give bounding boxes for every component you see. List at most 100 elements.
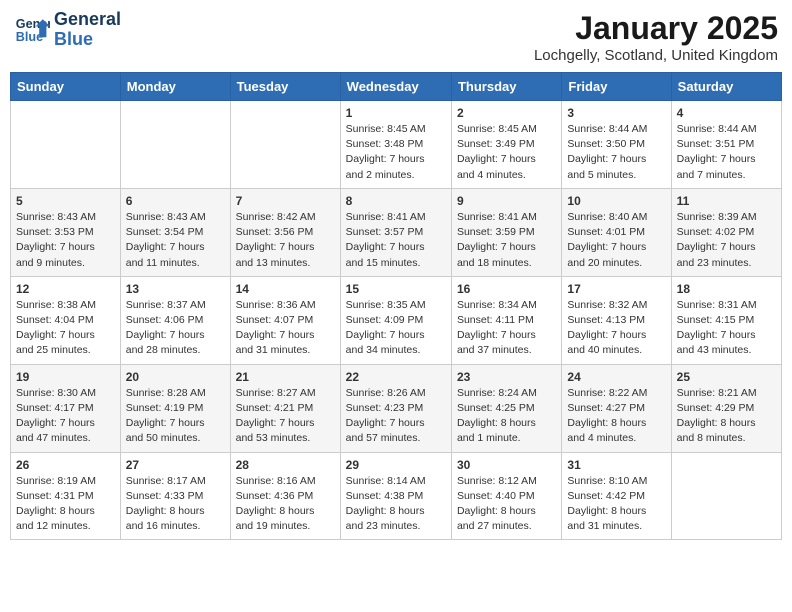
- weekday-header-sunday: Sunday: [11, 73, 121, 101]
- logo-line2: Blue: [54, 29, 93, 49]
- day-info: Sunrise: 8:36 AMSunset: 4:07 PMDaylight:…: [236, 298, 335, 359]
- day-info: Sunrise: 8:30 AMSunset: 4:17 PMDaylight:…: [16, 386, 115, 447]
- weekday-header-monday: Monday: [120, 73, 230, 101]
- day-info: Sunrise: 8:19 AMSunset: 4:31 PMDaylight:…: [16, 474, 115, 535]
- day-cell: 12Sunrise: 8:38 AMSunset: 4:04 PMDayligh…: [11, 276, 121, 364]
- day-cell: 8 Sunrise: 8:41 AMSunset: 3:57 PMDaylight…: [340, 188, 451, 276]
- calendar: SundayMondayTuesdayWednesdayThursdayFrid…: [10, 72, 782, 540]
- day-number: 10: [567, 194, 665, 208]
- day-number: 8: [346, 194, 446, 208]
- day-number: 26: [16, 458, 115, 472]
- day-cell: 21 Sunrise: 8:27 AMSunset: 4:21 PMDayligh…: [230, 364, 340, 452]
- logo: General Blue General Blue: [14, 10, 121, 50]
- day-cell: 3 Sunrise: 8:44 AMSunset: 3:50 PMDaylight…: [562, 101, 671, 189]
- day-number: 14: [236, 282, 335, 296]
- title-area: January 2025 Lochgelly, Scotland, United…: [534, 10, 778, 64]
- day-cell: [230, 101, 340, 189]
- weekday-header-tuesday: Tuesday: [230, 73, 340, 101]
- day-cell: 18 Sunrise: 8:31 AMSunset: 4:15 PMDayligh…: [671, 276, 781, 364]
- logo-text: General Blue: [54, 10, 121, 50]
- day-cell: 14 Sunrise: 8:36 AMSunset: 4:07 PMDayligh…: [230, 276, 340, 364]
- day-number: 27: [126, 458, 225, 472]
- day-info: Sunrise: 8:14 AMSunset: 4:38 PMDaylight:…: [346, 474, 446, 535]
- day-info: Sunrise: 8:10 AMSunset: 4:42 PMDaylight:…: [567, 474, 665, 535]
- day-cell: 22Sunrise: 8:26 AMSunset: 4:23 PMDayligh…: [340, 364, 451, 452]
- day-info: Sunrise: 8:22 AMSunset: 4:27 PMDaylight:…: [567, 386, 665, 447]
- day-cell: 17Sunrise: 8:32 AMSunset: 4:13 PMDayligh…: [562, 276, 671, 364]
- day-number: 22: [346, 370, 446, 384]
- day-cell: [120, 101, 230, 189]
- day-info: Sunrise: 8:44 AMSunset: 3:51 PMDaylight:…: [677, 122, 776, 183]
- day-cell: 20Sunrise: 8:28 AMSunset: 4:19 PMDayligh…: [120, 364, 230, 452]
- day-number: 3: [567, 106, 665, 120]
- logo-line1: General: [54, 9, 121, 29]
- day-number: 5: [16, 194, 115, 208]
- day-cell: 2Sunrise: 8:45 AMSunset: 3:49 PMDaylight…: [451, 101, 561, 189]
- day-number: 20: [126, 370, 225, 384]
- day-cell: 25 Sunrise: 8:21 AMSunset: 4:29 PMDayligh…: [671, 364, 781, 452]
- day-number: 24: [567, 370, 665, 384]
- weekday-header-row: SundayMondayTuesdayWednesdayThursdayFrid…: [11, 73, 782, 101]
- day-info: Sunrise: 8:43 AMSunset: 3:53 PMDaylight:…: [16, 210, 115, 271]
- day-info: Sunrise: 8:40 AMSunset: 4:01 PMDaylight:…: [567, 210, 665, 271]
- day-cell: [671, 452, 781, 540]
- day-number: 17: [567, 282, 665, 296]
- day-number: 29: [346, 458, 446, 472]
- day-number: 1: [346, 106, 446, 120]
- day-info: Sunrise: 8:12 AMSunset: 4:40 PMDaylight:…: [457, 474, 556, 535]
- week-row-4: 19 Sunrise: 8:30 AMSunset: 4:17 PMDayligh…: [11, 364, 782, 452]
- day-number: 21: [236, 370, 335, 384]
- day-info: Sunrise: 8:24 AMSunset: 4:25 PMDaylight:…: [457, 386, 556, 447]
- day-cell: 4 Sunrise: 8:44 AMSunset: 3:51 PMDaylight…: [671, 101, 781, 189]
- day-cell: 10 Sunrise: 8:40 AMSunset: 4:01 PMDayligh…: [562, 188, 671, 276]
- day-cell: 29 Sunrise: 8:14 AMSunset: 4:38 PMDayligh…: [340, 452, 451, 540]
- day-cell: 26 Sunrise: 8:19 AMSunset: 4:31 PMDayligh…: [11, 452, 121, 540]
- day-cell: 27 Sunrise: 8:17 AMSunset: 4:33 PMDayligh…: [120, 452, 230, 540]
- location-title: Lochgelly, Scotland, United Kingdom: [534, 47, 778, 64]
- day-info: Sunrise: 8:17 AMSunset: 4:33 PMDaylight:…: [126, 474, 225, 535]
- day-info: Sunrise: 8:21 AMSunset: 4:29 PMDaylight:…: [677, 386, 776, 447]
- day-info: Sunrise: 8:35 AMSunset: 4:09 PMDaylight:…: [346, 298, 446, 359]
- day-cell: 13Sunrise: 8:37 AMSunset: 4:06 PMDayligh…: [120, 276, 230, 364]
- day-info: Sunrise: 8:16 AMSunset: 4:36 PMDaylight:…: [236, 474, 335, 535]
- day-cell: 31 Sunrise: 8:10 AMSunset: 4:42 PMDayligh…: [562, 452, 671, 540]
- day-info: Sunrise: 8:44 AMSunset: 3:50 PMDaylight:…: [567, 122, 665, 183]
- day-info: Sunrise: 8:39 AMSunset: 4:02 PMDaylight:…: [677, 210, 776, 271]
- day-number: 18: [677, 282, 776, 296]
- day-cell: 5 Sunrise: 8:43 AMSunset: 3:53 PMDaylight…: [11, 188, 121, 276]
- day-info: Sunrise: 8:43 AMSunset: 3:54 PMDaylight:…: [126, 210, 225, 271]
- day-number: 15: [346, 282, 446, 296]
- day-cell: 15 Sunrise: 8:35 AMSunset: 4:09 PMDayligh…: [340, 276, 451, 364]
- day-info: Sunrise: 8:45 AMSunset: 3:49 PMDaylight:…: [457, 122, 556, 183]
- logo-icon: General Blue: [14, 12, 50, 48]
- day-info: Sunrise: 8:34 AMSunset: 4:11 PMDaylight:…: [457, 298, 556, 359]
- day-info: Sunrise: 8:27 AMSunset: 4:21 PMDaylight:…: [236, 386, 335, 447]
- week-row-2: 5 Sunrise: 8:43 AMSunset: 3:53 PMDaylight…: [11, 188, 782, 276]
- day-cell: [11, 101, 121, 189]
- weekday-header-thursday: Thursday: [451, 73, 561, 101]
- day-info: Sunrise: 8:37 AMSunset: 4:06 PMDaylight:…: [126, 298, 225, 359]
- day-info: Sunrise: 8:41 AMSunset: 3:59 PMDaylight:…: [457, 210, 556, 271]
- day-cell: 19 Sunrise: 8:30 AMSunset: 4:17 PMDayligh…: [11, 364, 121, 452]
- day-number: 28: [236, 458, 335, 472]
- day-cell: 11 Sunrise: 8:39 AMSunset: 4:02 PMDayligh…: [671, 188, 781, 276]
- day-number: 25: [677, 370, 776, 384]
- day-number: 7: [236, 194, 335, 208]
- day-cell: 6 Sunrise: 8:43 AMSunset: 3:54 PMDaylight…: [120, 188, 230, 276]
- day-cell: 1Sunrise: 8:45 AMSunset: 3:48 PMDaylight…: [340, 101, 451, 189]
- day-number: 4: [677, 106, 776, 120]
- weekday-header-wednesday: Wednesday: [340, 73, 451, 101]
- day-info: Sunrise: 8:41 AMSunset: 3:57 PMDaylight:…: [346, 210, 446, 271]
- day-number: 31: [567, 458, 665, 472]
- week-row-3: 12Sunrise: 8:38 AMSunset: 4:04 PMDayligh…: [11, 276, 782, 364]
- day-cell: 24 Sunrise: 8:22 AMSunset: 4:27 PMDayligh…: [562, 364, 671, 452]
- day-number: 19: [16, 370, 115, 384]
- day-cell: 28 Sunrise: 8:16 AMSunset: 4:36 PMDayligh…: [230, 452, 340, 540]
- month-title: January 2025: [534, 10, 778, 47]
- day-number: 11: [677, 194, 776, 208]
- day-info: Sunrise: 8:31 AMSunset: 4:15 PMDaylight:…: [677, 298, 776, 359]
- day-number: 6: [126, 194, 225, 208]
- day-info: Sunrise: 8:42 AMSunset: 3:56 PMDaylight:…: [236, 210, 335, 271]
- header: General Blue General Blue January 2025 L…: [10, 10, 782, 64]
- day-number: 16: [457, 282, 556, 296]
